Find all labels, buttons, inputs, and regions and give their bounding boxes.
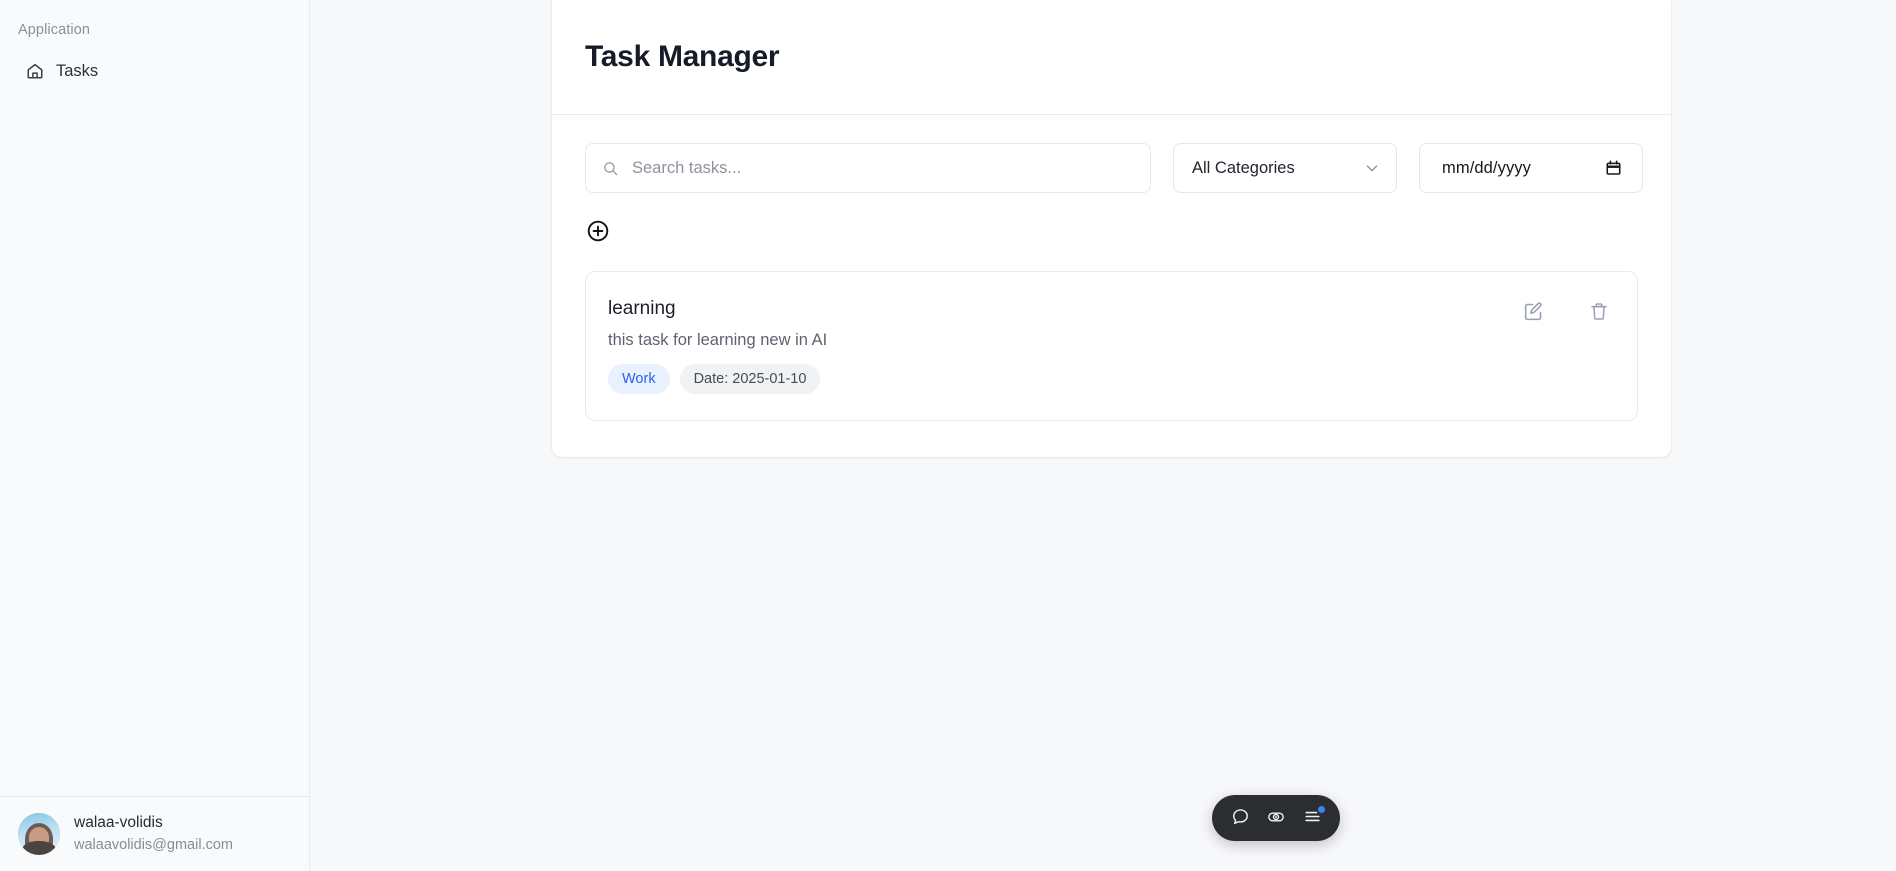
category-select[interactable]: All Categories: [1173, 143, 1397, 193]
user-meta: walaa-volidis walaavolidis@gmail.com: [74, 813, 233, 855]
panel-header: Task Manager: [552, 0, 1671, 115]
user-email: walaavolidis@gmail.com: [74, 837, 233, 853]
sidebar-item-tasks[interactable]: Tasks: [8, 54, 301, 88]
sidebar-item-label: Tasks: [56, 62, 99, 80]
filter-row: All Categories mm/dd/yyyy: [585, 143, 1643, 193]
task-actions: [1522, 302, 1610, 324]
search-input[interactable]: [632, 144, 1134, 192]
toolbar-chat-button[interactable]: [1227, 805, 1253, 831]
task-list: learning this task for learning new in A…: [585, 271, 1638, 421]
user-name: walaa-volidis: [74, 814, 163, 831]
toolbar-menu-button[interactable]: [1299, 805, 1325, 831]
main-content: Task Manager All: [310, 0, 1896, 871]
sidebar-top: Application Tasks: [0, 0, 309, 88]
chat-bubble-icon: [1231, 807, 1250, 829]
floating-toolbar[interactable]: [1212, 795, 1340, 841]
panel-body: All Categories mm/dd/yyyy: [552, 115, 1671, 457]
calendar-icon[interactable]: [1605, 159, 1622, 177]
search-icon: [602, 160, 620, 177]
trash-icon: [1589, 301, 1609, 325]
task-card-content: learning this task for learning new in A…: [608, 296, 827, 394]
date-placeholder: mm/dd/yyyy: [1442, 159, 1532, 177]
sidebar: Application Tasks walaa-volidis walaavol…: [0, 0, 310, 871]
add-task-row: [585, 219, 1638, 245]
search-box[interactable]: [585, 143, 1151, 193]
task-card[interactable]: learning this task for learning new in A…: [585, 271, 1638, 421]
edit-task-button[interactable]: [1522, 302, 1544, 324]
task-category-badge: Work: [608, 364, 670, 394]
chevron-down-icon: [1364, 160, 1380, 176]
app-root: Application Tasks walaa-volidis walaavol…: [0, 0, 1896, 871]
date-filter-input[interactable]: mm/dd/yyyy: [1419, 143, 1643, 193]
home-icon: [26, 62, 44, 80]
plus-circle-icon: [586, 219, 610, 246]
sidebar-group-label: Application: [18, 22, 91, 38]
avatar-body: [22, 841, 56, 855]
page-title: Task Manager: [585, 40, 780, 73]
add-task-button[interactable]: [585, 219, 611, 245]
task-description: this task for learning new in AI: [608, 331, 828, 349]
edit-square-icon: [1523, 301, 1544, 325]
notification-badge-dot: [1318, 806, 1325, 813]
task-badges: Work Date: 2025-01-10: [608, 364, 827, 394]
eye-toggle-icon: [1266, 807, 1286, 830]
task-date-badge: Date: 2025-01-10: [679, 364, 821, 394]
task-title: learning: [608, 298, 676, 319]
task-manager-panel: Task Manager All: [552, 0, 1671, 457]
category-select-value: All Categories: [1192, 159, 1295, 177]
avatar: [18, 813, 60, 855]
toolbar-preview-button[interactable]: [1263, 805, 1289, 831]
sidebar-nav: Tasks: [0, 54, 309, 88]
sidebar-user-profile[interactable]: walaa-volidis walaavolidis@gmail.com: [0, 796, 309, 871]
delete-task-button[interactable]: [1588, 302, 1610, 324]
